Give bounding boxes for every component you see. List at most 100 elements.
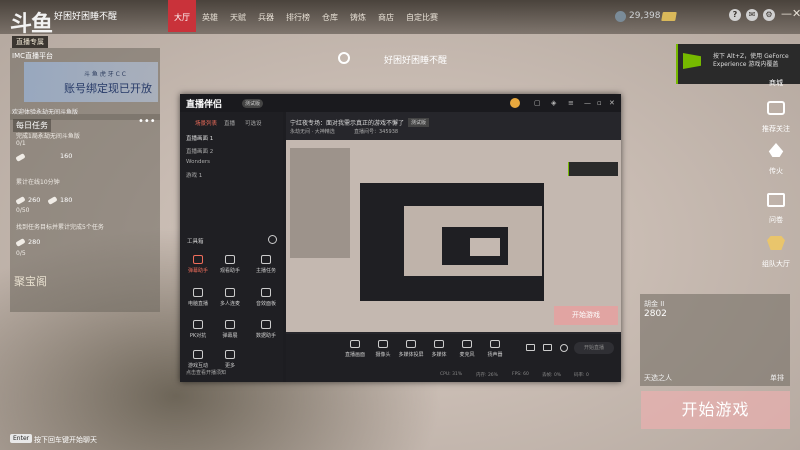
reward-value: 280 bbox=[28, 238, 41, 246]
survey-icon[interactable] bbox=[767, 193, 785, 207]
rank-score: 2802 bbox=[644, 309, 667, 319]
stat-bitrate: 码率: 0 bbox=[574, 373, 589, 378]
minimize-button[interactable]: — bbox=[781, 7, 792, 20]
tool-viewer[interactable]: 观看助手 bbox=[218, 255, 242, 274]
nav-lobby[interactable]: 大厅 bbox=[168, 0, 196, 32]
stat-memory: 内存: 26% bbox=[476, 373, 498, 378]
recommend-follow-label[interactable]: 推荐关注 bbox=[752, 124, 800, 134]
reward-value: 180 bbox=[60, 196, 73, 204]
tool-pk[interactable]: PK对抗 bbox=[186, 320, 210, 339]
nav-heroes[interactable]: 英雄 bbox=[196, 0, 224, 32]
enter-key-badge: Enter bbox=[10, 434, 33, 443]
task-text: 找到任务目标并累计完成5个任务 bbox=[16, 224, 104, 231]
banner-platforms: 斗 鱼 虎 牙 C C bbox=[84, 71, 126, 78]
nav-shop[interactable]: 商店 bbox=[372, 0, 400, 32]
chat-hint: 按下回车键开始聊天 bbox=[34, 436, 97, 444]
stat-cpu: CPU: 31% bbox=[440, 372, 463, 377]
coin-balance: 29,398 bbox=[629, 11, 661, 21]
coin-icon bbox=[615, 11, 626, 22]
nav-forge[interactable]: 铸炼 bbox=[344, 0, 372, 32]
team-hall-icon[interactable] bbox=[767, 236, 785, 250]
tool-danmu[interactable]: 弹幕助手 bbox=[186, 255, 210, 274]
bar-speaker[interactable]: 扬声器 bbox=[480, 340, 510, 358]
stream-maximize-button[interactable]: ▫ bbox=[597, 99, 602, 107]
tool-more[interactable]: 更多 bbox=[218, 350, 242, 369]
center-caption: 好困好困睡不醒 bbox=[384, 56, 448, 66]
room-title: 好困好困睡不醒 bbox=[54, 12, 118, 22]
avatar[interactable] bbox=[510, 98, 520, 108]
tool-multi-mic[interactable]: 多人连麦 bbox=[218, 288, 242, 307]
more-icon[interactable]: ••• bbox=[138, 116, 156, 127]
stat-drop: 丢帧: 0% bbox=[542, 373, 562, 378]
reward-value: 260 bbox=[28, 196, 41, 204]
edit-chip[interactable]: 测试版 bbox=[408, 118, 430, 127]
bar-mic[interactable]: 麦克风 bbox=[452, 340, 482, 358]
nvidia-text: 按下 Alt+Z，使用 GeForce Experience 游戏内覆盖 bbox=[713, 53, 789, 68]
stream-minimize-button[interactable]: — bbox=[584, 99, 591, 107]
ticket-icon[interactable] bbox=[661, 12, 677, 21]
tool-sound[interactable]: 音效面板 bbox=[254, 288, 278, 307]
tool-pc-live[interactable]: 电脑直播 bbox=[186, 288, 210, 307]
mode-label[interactable]: 单排 bbox=[770, 373, 784, 383]
stream-footer-hint[interactable]: 点击查看开播须知 bbox=[186, 369, 226, 376]
banner-headline: 账号绑定现已开放 bbox=[64, 82, 152, 95]
scene-item[interactable]: 直播画面 2 bbox=[186, 147, 213, 155]
main-nav: 大厅 英雄 天赋 兵器 排行榜 仓库 铸炼 商店 自定比赛 bbox=[168, 0, 444, 32]
preview-nvidia bbox=[568, 162, 618, 176]
team-hall-label[interactable]: 组队大厅 bbox=[756, 259, 796, 269]
message-icon[interactable]: ▢ bbox=[534, 99, 541, 107]
version-badge: 测试版 bbox=[242, 99, 264, 108]
tab-options[interactable]: 可选设 bbox=[245, 119, 262, 127]
preview-left-panel bbox=[290, 148, 350, 258]
nav-storage[interactable]: 仓库 bbox=[316, 0, 344, 32]
task-count: 0/5 bbox=[16, 250, 26, 257]
nav-ranking[interactable]: 排行榜 bbox=[280, 0, 316, 32]
tab-scenes[interactable]: 场景列表 bbox=[195, 119, 217, 127]
clock-icon bbox=[338, 52, 350, 64]
nav-talents[interactable]: 天赋 bbox=[224, 0, 252, 32]
bar-cast[interactable]: 多媒体投屏 bbox=[396, 340, 426, 358]
bar-screen-capture[interactable]: 直播画面 bbox=[340, 340, 370, 358]
room-category[interactable]: 永劫无间 · 大神精选 bbox=[290, 128, 335, 135]
tool-task[interactable]: 主播任务 bbox=[254, 255, 278, 274]
task-text: 完成1局永劫无间斗鱼版 bbox=[16, 133, 80, 140]
tool-danmu-show[interactable]: 弹幕展 bbox=[218, 320, 242, 339]
gear-icon[interactable] bbox=[560, 344, 568, 352]
stream-close-button[interactable]: ✕ bbox=[609, 99, 615, 107]
tab-live[interactable]: 直播 bbox=[224, 119, 235, 127]
pass-fire-label[interactable]: 传火 bbox=[760, 166, 792, 176]
nav-custom-match[interactable]: 自定比赛 bbox=[400, 0, 444, 32]
bar-media[interactable]: 多媒体 bbox=[424, 340, 454, 358]
start-game-button[interactable]: 开始游戏 bbox=[641, 391, 790, 429]
task-count: 0/50 bbox=[16, 207, 30, 214]
treasury-title: 聚宝阁 bbox=[14, 275, 47, 288]
menu-icon[interactable]: ≡ bbox=[568, 99, 574, 107]
start-live-button[interactable]: 开始直播 bbox=[574, 342, 614, 354]
preview-start-button: 开始游戏 bbox=[554, 306, 618, 325]
scene-item[interactable]: 游戏 1 bbox=[186, 171, 202, 179]
survey-label[interactable]: 问卷 bbox=[760, 215, 792, 225]
stream-subtitle[interactable]: 宁红夜专场：面对我需示真正的游戏不懈了 bbox=[290, 118, 404, 127]
settings-icon[interactable]: ⚙ bbox=[763, 9, 775, 21]
toolbox-title: 工具箱 bbox=[187, 239, 204, 245]
stream-app-name: 直播伴侣 bbox=[186, 100, 223, 110]
tool-game[interactable]: 游戏互动 bbox=[186, 350, 210, 369]
fire-icon[interactable] bbox=[768, 143, 784, 157]
record-icon[interactable] bbox=[526, 344, 535, 351]
mail-icon[interactable]: ✉ bbox=[746, 9, 758, 21]
bar-camera[interactable]: 摄像头 bbox=[368, 340, 398, 358]
stat-fps: FPS: 60 bbox=[512, 372, 529, 377]
close-button[interactable]: ✕ bbox=[792, 7, 800, 20]
scene-item[interactable]: Wonders bbox=[186, 159, 210, 165]
camera-icon[interactable] bbox=[767, 101, 785, 115]
nav-weapons[interactable]: 兵器 bbox=[252, 0, 280, 32]
help-icon[interactable]: ? bbox=[729, 9, 741, 21]
shop-label[interactable]: 商城 bbox=[760, 78, 792, 88]
scene-item[interactable]: 直播画面 1 bbox=[186, 134, 213, 142]
collapse-icon[interactable] bbox=[268, 235, 277, 244]
skin-icon[interactable]: ◈ bbox=[551, 99, 556, 107]
layout-icon[interactable] bbox=[543, 344, 552, 351]
reward-value: 160 bbox=[60, 152, 73, 160]
tool-data[interactable]: 数据助手 bbox=[254, 320, 278, 339]
banner-title: IMC直播平台 bbox=[12, 52, 53, 60]
